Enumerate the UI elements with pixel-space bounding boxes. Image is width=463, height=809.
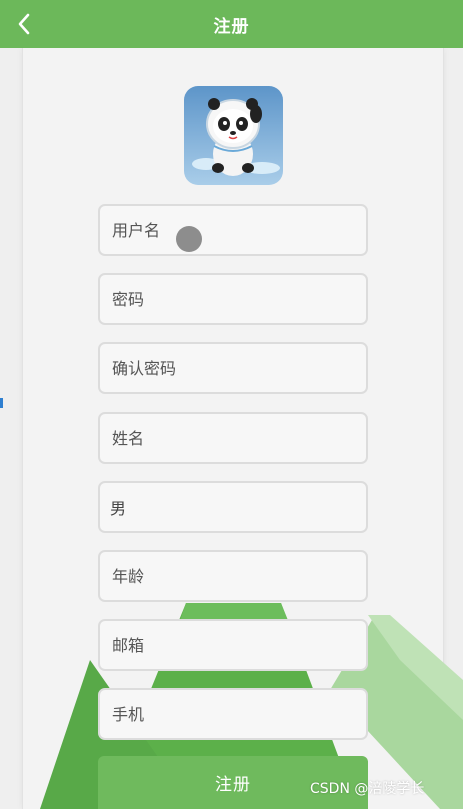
- register-screen: 注册 用户名 姓名 男 年龄 邮箱 手机 注册 CSDN @涪陵学长: [0, 0, 463, 809]
- age-field[interactable]: [98, 550, 368, 602]
- back-button[interactable]: [8, 6, 40, 42]
- email-field[interactable]: [98, 619, 368, 671]
- touch-indicator: [176, 226, 202, 252]
- side-marker: [0, 398, 3, 408]
- username-field[interactable]: [98, 204, 368, 256]
- gender-select[interactable]: 男: [98, 481, 368, 533]
- confirm-password-field[interactable]: [98, 342, 368, 394]
- username-input[interactable]: [100, 206, 366, 254]
- age-input[interactable]: [100, 552, 366, 600]
- phone-input[interactable]: [100, 690, 366, 738]
- password-field[interactable]: [98, 273, 368, 325]
- panda-mascot-icon: [184, 86, 283, 185]
- name-input[interactable]: [100, 414, 366, 462]
- watermark-text: CSDN @涪陵学长: [310, 781, 425, 797]
- title-bar: 注册: [0, 0, 463, 48]
- phone-field[interactable]: [98, 688, 368, 740]
- gender-value: 男: [110, 499, 127, 518]
- chevron-left-icon: [18, 13, 30, 35]
- app-logo: [184, 86, 283, 185]
- email-input[interactable]: [100, 621, 366, 669]
- confirm-password-input[interactable]: [100, 344, 366, 392]
- password-input[interactable]: [100, 275, 366, 323]
- page-title: 注册: [213, 16, 250, 37]
- name-field[interactable]: [98, 412, 368, 464]
